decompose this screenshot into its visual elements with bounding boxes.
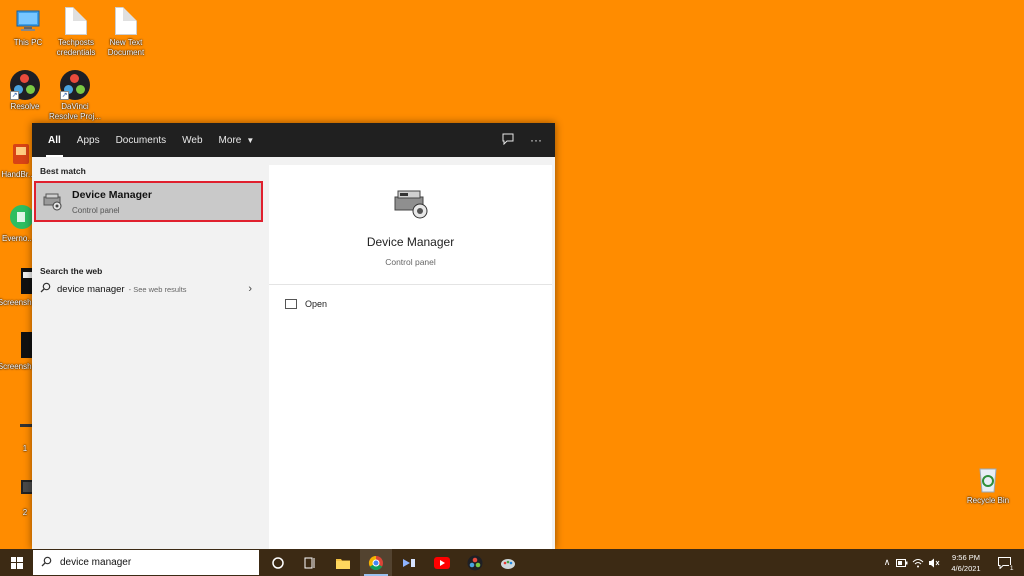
tab-label: All xyxy=(48,134,61,146)
tab-more[interactable]: More ▼ xyxy=(211,123,263,157)
start-search-panel: All Apps Documents Web More ▼ ··· Best ma… xyxy=(32,123,555,549)
wifi-icon[interactable] xyxy=(910,558,926,568)
taskbar-paint-app[interactable] xyxy=(492,549,524,576)
best-match-device-manager[interactable]: Device Manager Control panel xyxy=(34,181,263,222)
taskbar-clock[interactable]: 9:56 PM 4/6/2021 xyxy=(944,552,988,574)
tab-label: Documents xyxy=(115,134,167,146)
search-icon xyxy=(40,282,51,296)
chevron-down-icon: ▼ xyxy=(246,135,255,145)
result-detail-pane: Device Manager Control panel Open xyxy=(269,165,552,549)
taskbar: ∧ 9:56 PM 4/6/2021 1 xyxy=(0,549,1024,576)
shortcut-arrow-icon: ↗ xyxy=(60,91,69,100)
web-result-item[interactable]: device manager - See web results › xyxy=(32,277,266,301)
tab-documents[interactable]: Documents xyxy=(108,123,175,157)
windows-logo-icon xyxy=(10,556,23,569)
tab-label: More xyxy=(218,134,242,146)
desktop-icon-label: 2 xyxy=(22,508,28,517)
taskbar-search-input[interactable] xyxy=(60,557,240,568)
image-file-icon xyxy=(3,266,35,296)
document-icon xyxy=(61,6,91,36)
handbrake-icon xyxy=(3,138,33,168)
web-result-hint: - See web results xyxy=(128,284,187,294)
desktop-icon-davinci-resolve-project[interactable]: ↗ DaVinci Resolve Proj... xyxy=(47,70,103,122)
computer-icon xyxy=(13,6,43,36)
system-tray: ∧ xyxy=(880,549,942,576)
chevron-up-icon[interactable]: ∧ xyxy=(880,557,894,568)
desktop-icon-label: 1 xyxy=(22,444,28,453)
results-list: Best match Device Manager Control panel … xyxy=(32,157,266,549)
action-center-button[interactable]: 1 xyxy=(994,549,1015,576)
best-match-heading: Best match xyxy=(40,166,86,176)
paint-icon xyxy=(501,558,515,569)
task-view-button[interactable] xyxy=(294,549,326,576)
task-view-icon xyxy=(304,557,315,568)
open-action-label: Open xyxy=(305,299,328,309)
device-manager-icon xyxy=(42,191,64,213)
davinci-resolve-icon: ↗ xyxy=(10,70,40,100)
detail-subtitle: Control panel xyxy=(385,257,436,267)
notification-count: 1 xyxy=(1008,564,1015,572)
desktop-icon-label: New Text Document xyxy=(107,38,145,57)
davinci-resolve-icon xyxy=(467,555,483,570)
clock-time: 9:56 PM xyxy=(952,553,980,562)
desktop-icon-recycle-bin[interactable]: Recycle Bin xyxy=(960,464,1016,506)
tab-apps[interactable]: Apps xyxy=(69,123,108,157)
cortana-icon xyxy=(272,556,284,569)
taskbar-file-explorer[interactable] xyxy=(327,549,359,576)
battery-icon[interactable] xyxy=(894,558,910,567)
document-icon xyxy=(111,6,141,36)
notification-icon: 1 xyxy=(997,556,1015,572)
more-options-icon[interactable]: ··· xyxy=(529,133,543,147)
clock-date: 4/6/2021 xyxy=(951,564,981,573)
desktop-icon-label: DaVinci Resolve Proj... xyxy=(48,102,102,121)
desktop-icon-resolve[interactable]: ↗ Resolve xyxy=(0,70,53,112)
recycle-bin-icon xyxy=(973,464,1003,494)
taskbar-search-box[interactable] xyxy=(33,550,259,575)
desktop-icon-label: This PC xyxy=(13,38,43,47)
best-match-subtitle: Control panel xyxy=(72,205,120,215)
feedback-icon[interactable] xyxy=(501,133,515,148)
media-encoder-icon xyxy=(403,558,415,567)
tab-label: Apps xyxy=(76,134,100,146)
folder-icon xyxy=(336,558,350,569)
tab-web[interactable]: Web xyxy=(174,123,210,157)
start-button[interactable] xyxy=(0,549,33,576)
desktop-icon-label: Recycle Bin xyxy=(966,496,1010,505)
davinci-resolve-icon: ↗ xyxy=(60,70,90,100)
desktop-icon-label: Techposts credentials xyxy=(56,38,96,57)
chevron-right-icon[interactable]: › xyxy=(248,283,252,295)
desktop-icon-techposts-credentials[interactable]: Techposts credentials xyxy=(48,6,104,58)
search-icon xyxy=(41,556,52,570)
device-manager-icon xyxy=(391,187,431,221)
detail-title: Device Manager xyxy=(366,235,455,249)
tab-label: Web xyxy=(182,134,203,146)
desktop-icon-label: Resolve xyxy=(10,102,40,111)
desktop-icon-new-text-document[interactable]: New Text Document xyxy=(98,6,154,58)
web-result-term: device manager xyxy=(57,283,125,295)
open-window-icon xyxy=(285,299,297,309)
youtube-icon xyxy=(434,556,450,569)
chrome-icon xyxy=(368,555,383,570)
taskbar-davinci-resolve[interactable] xyxy=(459,549,491,576)
desktop-icon-label: Everno... xyxy=(1,234,34,243)
shortcut-arrow-icon: ↗ xyxy=(10,91,19,100)
search-web-heading: Search the web xyxy=(40,266,103,276)
divider xyxy=(269,284,552,285)
best-match-title: Device Manager xyxy=(72,188,152,201)
cortana-button[interactable] xyxy=(262,549,294,576)
taskbar-youtube[interactable] xyxy=(426,549,458,576)
image-file-icon xyxy=(3,330,35,360)
evernote-icon xyxy=(3,202,34,232)
tab-all[interactable]: All xyxy=(40,123,69,157)
volume-muted-icon[interactable] xyxy=(926,558,942,568)
search-filter-tabs: All Apps Documents Web More ▼ ··· xyxy=(32,123,555,157)
open-action[interactable]: Open xyxy=(269,287,552,321)
taskbar-app-1[interactable] xyxy=(393,549,425,576)
desktop-icon-label: HandBr... xyxy=(1,170,35,179)
taskbar-chrome[interactable] xyxy=(360,549,392,576)
